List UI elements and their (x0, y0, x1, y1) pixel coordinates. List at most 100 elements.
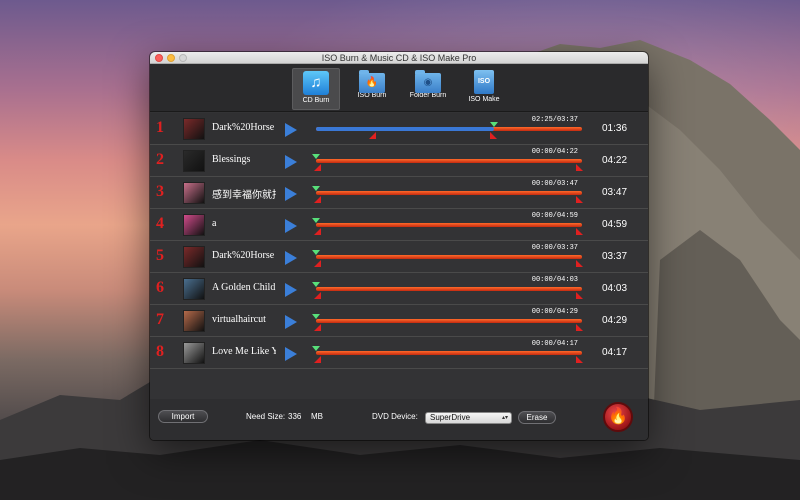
play-icon[interactable] (285, 315, 297, 329)
start-marker-icon[interactable] (312, 186, 320, 191)
track-row[interactable]: 2 Blessings 00:00/04:22 04:22 (150, 145, 648, 177)
trim-start-handle[interactable] (314, 164, 321, 171)
burn-button[interactable]: 🔥 (603, 402, 633, 432)
progress-bar[interactable] (316, 319, 582, 323)
progress-bar[interactable] (316, 255, 582, 259)
progress-bar[interactable] (316, 287, 582, 291)
track-number: 6 (156, 279, 164, 296)
start-marker-icon[interactable] (490, 122, 498, 127)
play-icon[interactable] (285, 155, 297, 169)
dvd-device-label: DVD Device: (372, 412, 418, 421)
album-art (183, 214, 205, 236)
start-marker-icon[interactable] (312, 154, 320, 159)
dvd-device-value: SuperDrive (430, 413, 471, 422)
track-duration: 04:22 (602, 155, 628, 166)
tab-iso-make-label: ISO Make (468, 96, 500, 103)
tab-cd-burn[interactable]: ♫ CD Burn (292, 68, 340, 110)
folder-flame-icon: 🔥 (359, 70, 385, 93)
track-number: 3 (156, 183, 164, 200)
start-marker-icon[interactable] (312, 346, 320, 351)
album-art (183, 278, 205, 300)
track-number: 5 (156, 247, 164, 264)
track-name: virtualhaircut (212, 314, 266, 325)
album-art (183, 342, 205, 364)
track-row[interactable]: 5 Dark%20Horse 00:00/03:37 03:37 (150, 241, 648, 273)
play-icon[interactable] (285, 347, 297, 361)
start-marker-icon[interactable] (312, 314, 320, 319)
track-row[interactable]: 6 A Golden Child 00:00/04:03 04:03 (150, 273, 648, 305)
start-marker-icon[interactable] (312, 282, 320, 287)
app-window: ISO Burn & Music CD & ISO Make Pro ♫ CD … (150, 52, 648, 440)
trim-start-handle[interactable] (314, 228, 321, 235)
trim-start-handle[interactable] (369, 132, 376, 139)
start-marker-icon[interactable] (312, 250, 320, 255)
track-number: 7 (156, 311, 164, 328)
tab-folder-burn[interactable]: ◉ Folder Burn (404, 68, 452, 110)
track-number: 1 (156, 119, 164, 136)
progress-bar[interactable] (316, 127, 582, 131)
track-time: 00:00/04:17 (531, 340, 578, 348)
erase-button[interactable]: Erase (518, 411, 556, 424)
progress-bar[interactable] (316, 191, 582, 195)
play-icon[interactable] (285, 123, 297, 137)
trim-start-handle[interactable] (314, 356, 321, 363)
music-note-icon: ♫ (303, 71, 329, 95)
folder-disc-icon: ◉ (415, 70, 441, 93)
trim-start-handle[interactable] (314, 292, 321, 299)
start-marker-icon[interactable] (312, 218, 320, 223)
progress-bar[interactable] (316, 351, 582, 355)
burn-flame-icon: 🔥 (608, 408, 628, 425)
progress-bar[interactable] (316, 159, 582, 163)
track-row[interactable]: 3 感到幸福你就拍 00:00/03:47 03:47 (150, 177, 648, 209)
dvd-device-select[interactable]: SuperDrive ▴▾ (425, 412, 512, 424)
trim-end-handle[interactable] (576, 292, 583, 299)
trim-start-handle[interactable] (314, 260, 321, 267)
iso-badge: ISO (477, 78, 491, 85)
trim-start-handle[interactable] (314, 196, 321, 203)
track-name: Love Me Like You (212, 346, 276, 357)
tab-iso-make[interactable]: ISO ISO Make (460, 68, 508, 110)
trim-end-handle[interactable] (490, 132, 497, 139)
progress-bar[interactable] (316, 223, 582, 227)
play-icon[interactable] (285, 251, 297, 265)
play-icon[interactable] (285, 283, 297, 297)
track-number: 2 (156, 151, 164, 168)
track-duration: 03:47 (602, 187, 628, 198)
import-button[interactable]: Import (158, 410, 208, 423)
trim-end-handle[interactable] (576, 260, 583, 267)
track-row[interactable]: 4 a 00:00/04:59 04:59 (150, 209, 648, 241)
trim-end-handle[interactable] (576, 356, 583, 363)
trim-end-handle[interactable] (576, 164, 583, 171)
tab-cd-burn-label: CD Burn (302, 97, 330, 104)
toolbar: ♫ CD Burn 🔥 ISO Burn ◉ Folder Burn ISO I… (150, 64, 648, 112)
footer-bar: Import Need Size: 336 MB DVD Device: Sup… (150, 399, 648, 440)
window-title: ISO Burn & Music CD & ISO Make Pro (321, 53, 477, 63)
track-name: Dark%20Horse (212, 122, 275, 133)
track-duration: 04:03 (602, 283, 628, 294)
track-name: 感到幸福你就拍 (212, 190, 276, 200)
trim-end-handle[interactable] (576, 196, 583, 203)
album-art (183, 310, 205, 332)
album-art (183, 246, 205, 268)
need-size-unit: MB (311, 412, 323, 421)
track-row[interactable]: 1 Dark%20Horse 02:25/03:37 01:36 (150, 113, 648, 145)
track-time: 00:00/03:47 (531, 180, 578, 188)
track-name: A Golden Child (212, 282, 276, 293)
track-time: 00:00/04:29 (531, 308, 578, 316)
track-duration: 03:37 (602, 251, 628, 262)
track-time: 00:00/04:59 (531, 212, 578, 220)
need-size-value: 336 (288, 412, 302, 421)
play-icon[interactable] (285, 219, 297, 233)
track-number: 8 (156, 343, 164, 360)
track-row[interactable]: 7 virtualhaircut 00:00/04:29 04:29 (150, 305, 648, 337)
track-row[interactable]: 8 Love Me Like You 00:00/04:17 04:17 (150, 337, 648, 369)
trim-end-handle[interactable] (576, 228, 583, 235)
trim-start-handle[interactable] (314, 324, 321, 331)
track-time: 00:00/03:37 (531, 244, 578, 252)
album-art (183, 118, 205, 140)
trim-end-handle[interactable] (576, 324, 583, 331)
track-name: a (212, 218, 217, 229)
tab-iso-burn[interactable]: 🔥 ISO Burn (348, 68, 396, 110)
track-duration: 04:17 (602, 347, 628, 358)
play-icon[interactable] (285, 187, 297, 201)
